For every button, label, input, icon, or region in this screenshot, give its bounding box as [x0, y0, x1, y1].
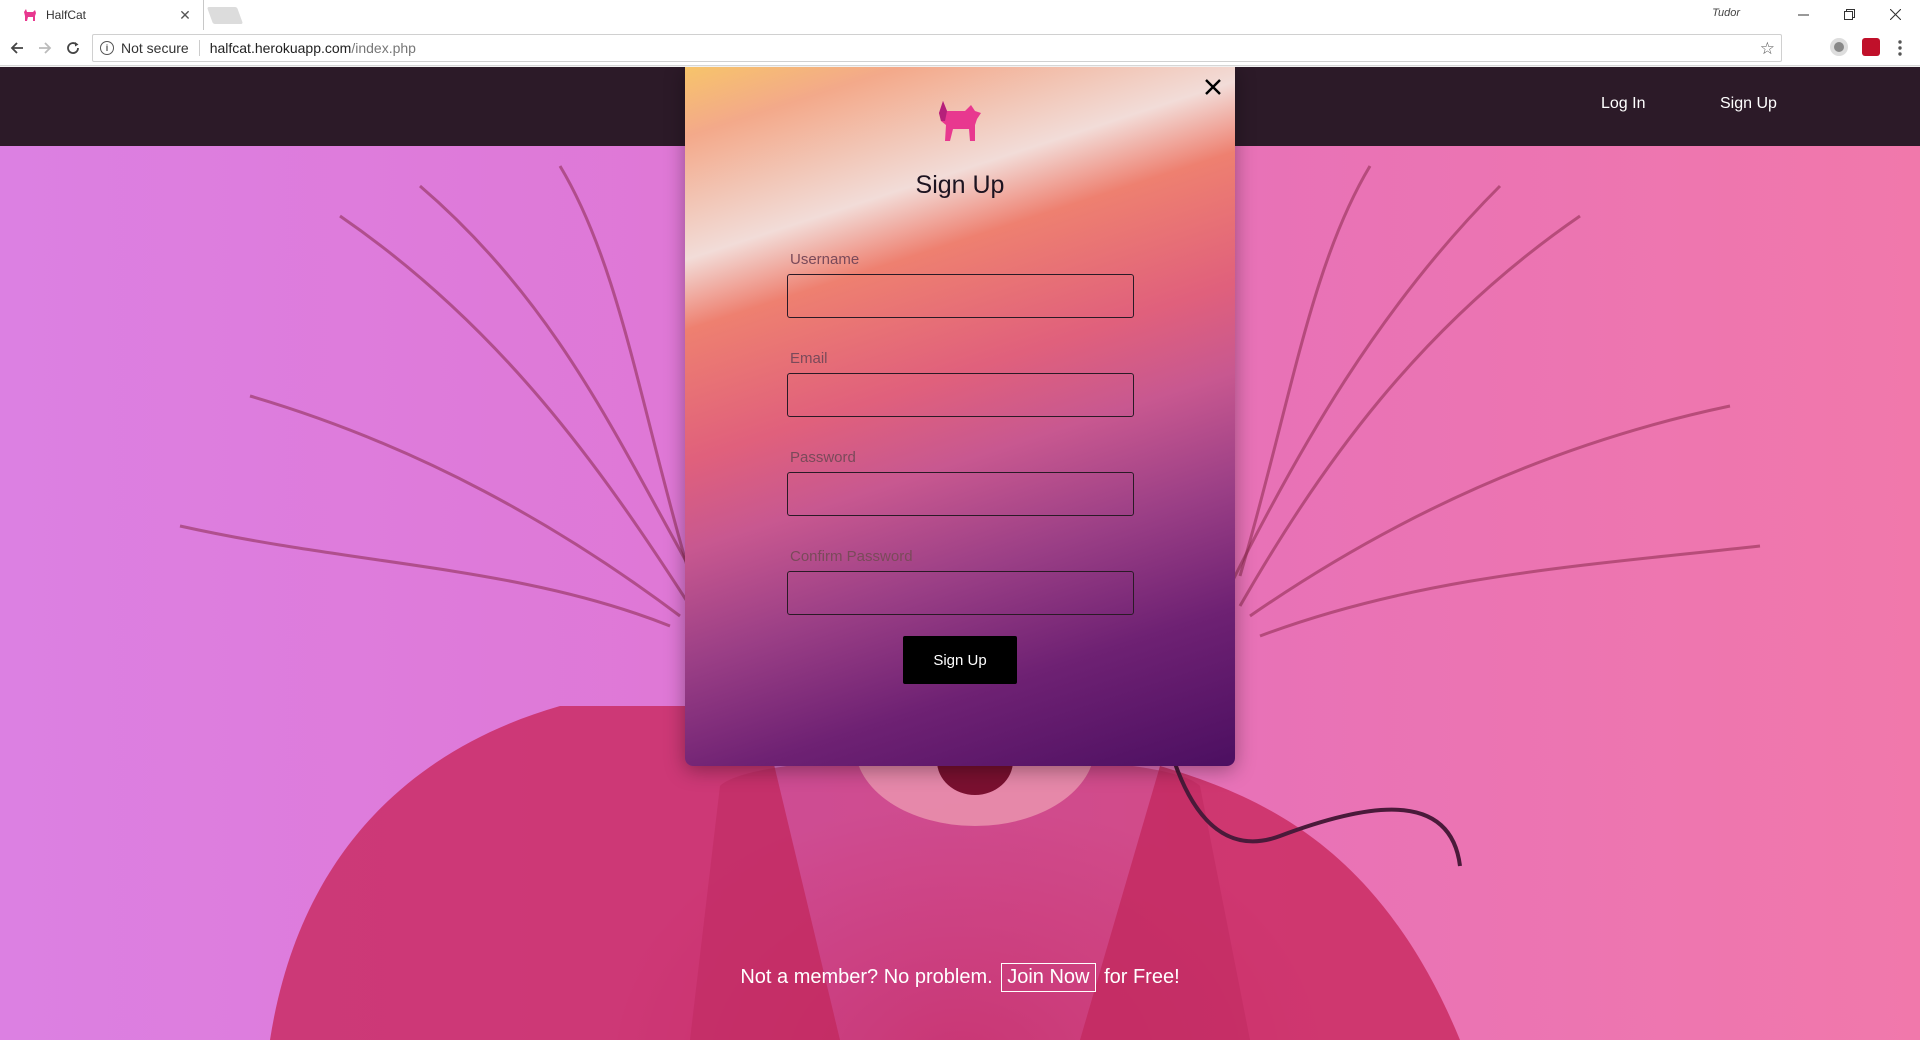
confirm-password-label: Confirm Password — [790, 548, 913, 565]
bookmark-star-icon[interactable]: ☆ — [1760, 39, 1775, 59]
modal-title: Sign Up — [915, 171, 1005, 199]
cta-suffix: for Free! — [1104, 966, 1180, 988]
tab-title: HalfCat — [46, 8, 87, 22]
password-input[interactable] — [787, 472, 1134, 516]
halfcat-favicon-icon — [24, 9, 36, 21]
browser-tab[interactable]: HalfCat ✕ — [0, 0, 204, 30]
browser-toolbar: i Not secure halfcat.herokuapp.com /inde… — [0, 30, 1920, 66]
join-cta: Not a member? No problem. Join Now for F… — [0, 963, 1920, 992]
confirm-password-input[interactable] — [787, 571, 1134, 615]
restore-icon[interactable] — [1826, 0, 1872, 28]
info-icon[interactable]: i — [100, 41, 114, 55]
close-window-icon[interactable] — [1872, 0, 1918, 28]
back-arrow-icon[interactable] — [6, 37, 28, 59]
username-input[interactable] — [787, 274, 1134, 318]
nav-login-link[interactable]: Log In — [1601, 95, 1645, 113]
password-label: Password — [790, 449, 856, 466]
email-input[interactable] — [787, 373, 1134, 417]
page-viewport: Log In Sign Up Not a member? No problem.… — [0, 67, 1920, 1040]
minimize-icon[interactable] — [1780, 0, 1826, 28]
signup-submit-button[interactable]: Sign Up — [903, 636, 1017, 684]
browser-menu-icon[interactable] — [1898, 39, 1902, 57]
halfcat-logo-icon — [939, 101, 981, 141]
url-host: halfcat.herokuapp.com — [209, 40, 352, 56]
security-status[interactable]: Not secure — [121, 40, 189, 56]
extension-icon[interactable] — [1830, 38, 1848, 56]
reload-icon[interactable] — [62, 37, 84, 59]
forward-arrow-icon[interactable] — [34, 37, 56, 59]
omnibox-divider — [198, 40, 200, 56]
new-tab-button[interactable] — [206, 7, 244, 24]
address-bar[interactable]: i Not secure halfcat.herokuapp.com /inde… — [92, 34, 1782, 62]
ublock-shield-icon[interactable] — [1862, 38, 1880, 56]
url-path: /index.php — [351, 40, 416, 56]
close-tab-icon[interactable]: ✕ — [177, 7, 193, 23]
join-now-button[interactable]: Join Now — [1001, 963, 1096, 992]
nav-signup-link[interactable]: Sign Up — [1720, 95, 1777, 113]
profile-name[interactable]: Tudor — [1712, 7, 1740, 19]
browser-tabstrip: HalfCat ✕ Tudor — [0, 0, 1920, 30]
signup-modal: Sign Up Username Email Password Confirm … — [685, 67, 1235, 766]
cta-prefix: Not a member? No problem. — [740, 966, 993, 988]
username-label: Username — [790, 251, 860, 268]
email-label: Email — [790, 350, 828, 367]
close-icon[interactable] — [1201, 75, 1225, 99]
